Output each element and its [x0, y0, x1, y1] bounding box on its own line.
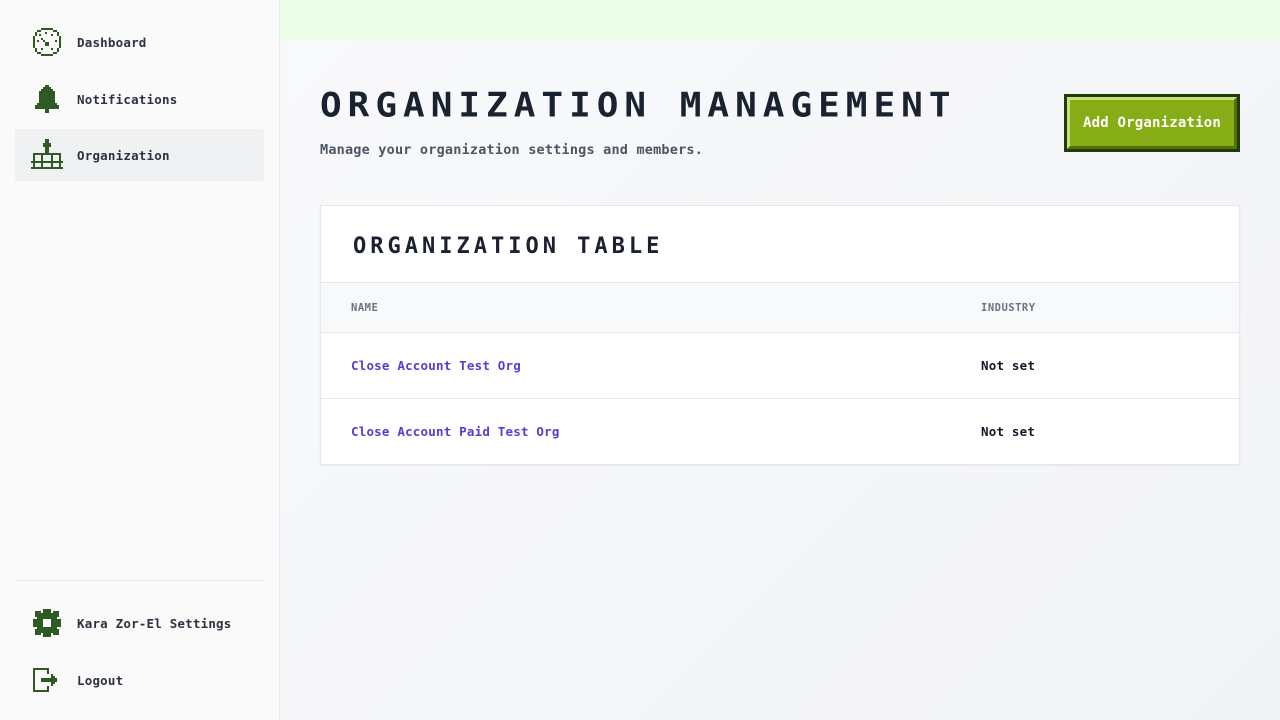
top-banner — [281, 0, 1280, 40]
sidebar-item-logout[interactable]: Logout — [15, 654, 264, 706]
org-chart-icon — [31, 139, 63, 171]
sidebar-item-organization[interactable]: Organization — [15, 129, 264, 181]
sidebar-item-label: Kara Zor-El Settings — [77, 615, 232, 631]
organization-name-link[interactable]: Close Account Paid Test Org — [351, 424, 560, 439]
add-organization-button-label: Add Organization — [1067, 97, 1237, 149]
table-header: Name Industry — [321, 282, 1239, 333]
sidebar-item-label: Dashboard — [77, 34, 147, 50]
add-organization-button[interactable]: Add Organization — [1064, 94, 1240, 152]
sidebar-divider — [15, 580, 264, 581]
page-subtitle: Manage your organization settings and me… — [320, 142, 704, 158]
column-header-industry: Industry — [981, 302, 1036, 314]
organization-name-link[interactable]: Close Account Test Org — [351, 358, 521, 373]
sidebar-item-settings[interactable]: Kara Zor-El Settings — [15, 597, 264, 649]
sidebar-item-label: Organization — [77, 147, 170, 163]
column-header-name: Name — [351, 302, 379, 314]
organization-table-card: Organization Table Name Industry Close A… — [320, 205, 1240, 465]
sidebar: Dashboard Notifications Organization Kar… — [0, 0, 280, 720]
organization-industry: Not set — [981, 424, 1036, 439]
gear-icon — [31, 607, 63, 639]
table-title: Organization Table — [353, 234, 664, 259]
organization-industry: Not set — [981, 358, 1036, 373]
dashboard-icon — [31, 26, 63, 58]
sidebar-item-dashboard[interactable]: Dashboard — [15, 16, 264, 68]
logout-icon — [31, 664, 63, 696]
page-title: Organization Management — [320, 86, 957, 125]
table-row: Close Account Paid Test Org Not set — [321, 399, 1239, 465]
sidebar-item-notifications[interactable]: Notifications — [15, 73, 264, 125]
bell-icon — [31, 83, 63, 115]
sidebar-item-label: Logout — [77, 672, 124, 688]
sidebar-item-label: Notifications — [77, 91, 178, 107]
table-row: Close Account Test Org Not set — [321, 333, 1239, 399]
